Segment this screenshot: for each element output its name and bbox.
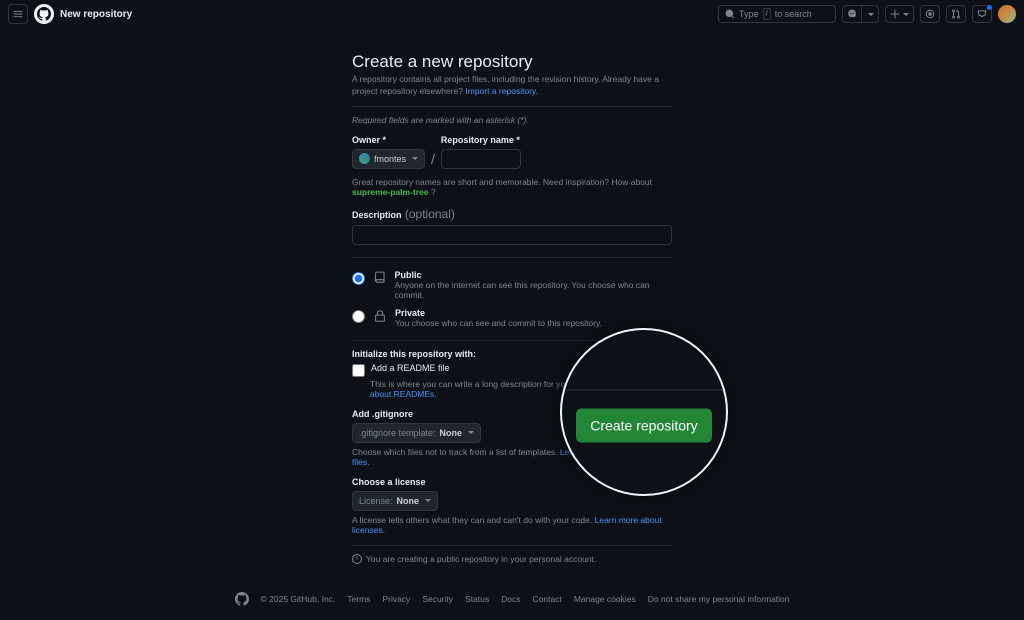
app-header: New repository Type / to search bbox=[0, 0, 1024, 28]
user-avatar[interactable] bbox=[998, 5, 1016, 23]
owner-label: Owner * bbox=[352, 135, 425, 145]
search-input[interactable]: Type / to search bbox=[718, 5, 836, 23]
pull-request-icon bbox=[951, 9, 961, 19]
gitignore-select[interactable]: .gitignore template: None bbox=[352, 423, 481, 443]
description-input[interactable] bbox=[352, 225, 672, 245]
footer-link[interactable]: Manage cookies bbox=[574, 594, 636, 604]
hamburger-icon bbox=[13, 9, 23, 19]
magnified-overlay: Create repository bbox=[560, 328, 728, 496]
license-select[interactable]: License: None bbox=[352, 491, 438, 511]
issues-button[interactable] bbox=[920, 5, 940, 23]
private-desc: You choose who can see and commit to thi… bbox=[395, 318, 602, 328]
description-label: Description bbox=[352, 210, 402, 220]
info-banner: i You are creating a public repository i… bbox=[352, 554, 672, 564]
license-value: None bbox=[397, 496, 420, 506]
create-repository-button[interactable]: Create repository bbox=[576, 409, 711, 443]
footer-link[interactable]: Terms bbox=[347, 594, 370, 604]
chevron-down-icon bbox=[903, 13, 909, 16]
chevron-down-icon bbox=[412, 157, 418, 160]
copilot-dropdown[interactable] bbox=[861, 5, 879, 23]
footer-link[interactable]: Do not share my personal information bbox=[648, 594, 790, 604]
form-subhead: A repository contains all project files,… bbox=[352, 74, 672, 98]
gitignore-value: None bbox=[440, 428, 463, 438]
copilot-icon bbox=[847, 9, 857, 19]
create-new-button[interactable] bbox=[885, 5, 914, 23]
owner-avatar-icon bbox=[359, 153, 370, 164]
footer-copyright: © 2025 GitHub, Inc. bbox=[261, 594, 336, 604]
notification-dot bbox=[987, 5, 992, 10]
github-logo[interactable] bbox=[34, 4, 54, 24]
notifications-button[interactable] bbox=[972, 5, 992, 23]
visibility-public-radio[interactable] bbox=[352, 272, 365, 285]
readme-label: Add a README file bbox=[371, 363, 450, 373]
magnified-divider bbox=[560, 390, 728, 391]
name-suggestion[interactable]: supreme-palm-tree bbox=[352, 187, 429, 197]
search-suffix: to search bbox=[775, 9, 812, 19]
footer-link[interactable]: Contact bbox=[533, 594, 562, 604]
pull-requests-button[interactable] bbox=[946, 5, 966, 23]
path-separator: / bbox=[431, 151, 435, 169]
copilot-button[interactable] bbox=[842, 5, 861, 23]
form-heading: Create a new repository bbox=[352, 52, 672, 72]
chevron-down-icon bbox=[425, 499, 431, 502]
public-desc: Anyone on the internet can see this repo… bbox=[395, 280, 672, 300]
chevron-down-icon bbox=[468, 431, 474, 434]
page-title: New repository bbox=[60, 9, 132, 20]
menu-button[interactable] bbox=[8, 4, 28, 24]
copilot-button-group bbox=[842, 5, 879, 23]
info-icon: i bbox=[352, 554, 362, 564]
footer-link[interactable]: Privacy bbox=[382, 594, 410, 604]
import-repo-link[interactable]: Import a repository. bbox=[465, 86, 538, 96]
footer-link[interactable]: Security bbox=[422, 594, 453, 604]
lock-icon bbox=[373, 309, 387, 323]
description-optional: (optional) bbox=[405, 207, 455, 221]
repo-name-input[interactable] bbox=[441, 149, 521, 169]
repo-name-label: Repository name * bbox=[441, 135, 521, 145]
owner-value: fmontes bbox=[374, 154, 406, 164]
required-fields-note: Required fields are marked with an aster… bbox=[352, 115, 672, 125]
public-title: Public bbox=[395, 270, 672, 280]
search-prefix: Type bbox=[739, 9, 759, 19]
license-desc: A license tells others what they can and… bbox=[352, 515, 672, 535]
repo-name-hint: Great repository names are short and mem… bbox=[352, 177, 672, 197]
footer-link[interactable]: Docs bbox=[501, 594, 520, 604]
search-key-hint: / bbox=[763, 8, 771, 20]
inbox-icon bbox=[977, 9, 987, 19]
chevron-down-icon bbox=[868, 13, 874, 16]
site-footer: © 2025 GitHub, Inc. Terms Privacy Securi… bbox=[0, 592, 1024, 606]
readme-checkbox[interactable] bbox=[352, 364, 365, 377]
repo-icon bbox=[373, 271, 387, 285]
footer-link[interactable]: Status bbox=[465, 594, 489, 604]
visibility-private-radio[interactable] bbox=[352, 310, 365, 323]
github-mark-icon bbox=[37, 7, 51, 21]
github-mark-icon bbox=[235, 592, 249, 606]
plus-icon bbox=[890, 9, 900, 19]
private-title: Private bbox=[395, 308, 602, 318]
owner-select[interactable]: fmontes bbox=[352, 149, 425, 169]
info-text: You are creating a public repository in … bbox=[366, 554, 596, 564]
search-icon bbox=[725, 9, 735, 19]
issue-icon bbox=[925, 9, 935, 19]
